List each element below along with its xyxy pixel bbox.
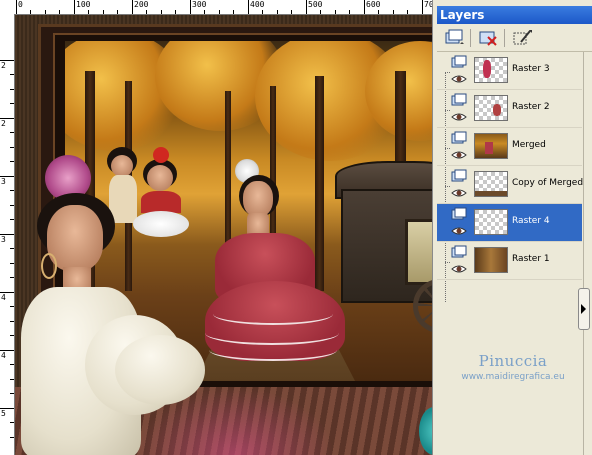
visibility-eye-icon[interactable] xyxy=(451,225,467,237)
visibility-eye-icon[interactable] xyxy=(451,149,467,161)
layer-thumbnail xyxy=(474,133,508,159)
layer-name: Raster 2 xyxy=(512,102,550,112)
layer-list: Raster 3 Raster 2 Merged Copy of Merged … xyxy=(437,52,592,452)
layer-properties-icon[interactable] xyxy=(511,28,533,48)
layer-row-copy-of-merged[interactable]: Copy of Merged xyxy=(437,166,584,204)
layer-thumbnail xyxy=(474,57,508,83)
raster-layer-icon xyxy=(451,93,467,106)
ruler-label: 2 xyxy=(1,119,6,128)
ruler-label: 2 xyxy=(1,61,6,70)
layer-row-raster-1[interactable]: Raster 1 xyxy=(437,242,582,280)
canvas-area[interactable]: 0 100 200 300 400 500 600 70 2 2 3 3 4 4… xyxy=(0,0,432,455)
layer-thumbnail xyxy=(474,171,508,197)
ruler-label: 3 xyxy=(1,235,6,244)
ruler-label: 400 xyxy=(250,0,265,9)
watermark: Pinuccia www.maidiregrafica.eu xyxy=(438,352,588,382)
ruler-label: 100 xyxy=(76,0,91,9)
ruler-label: 70 xyxy=(424,0,432,9)
ruler-label: 4 xyxy=(1,293,6,302)
raster-layer-icon xyxy=(451,55,467,68)
layer-thumbnail xyxy=(474,247,508,273)
layer-row-raster-4[interactable]: Raster 4 xyxy=(437,204,582,242)
layer-row-raster-3[interactable]: Raster 3 xyxy=(437,52,582,90)
layers-palette: Layers Raster 3 Raster 2 Merged Copy of … xyxy=(432,0,592,455)
layer-thumbnail xyxy=(474,95,508,121)
vertical-ruler: 2 2 3 3 4 4 5 xyxy=(0,14,15,455)
layers-toolbar xyxy=(437,25,592,52)
ruler-label: 200 xyxy=(134,0,149,9)
arrow-right-icon xyxy=(581,304,586,314)
watermark-author: Pinuccia xyxy=(478,352,548,370)
layer-thumbnail xyxy=(474,209,508,235)
layer-row-raster-2[interactable]: Raster 2 xyxy=(437,90,582,128)
ruler-label: 3 xyxy=(1,177,6,186)
raster-layer-icon xyxy=(451,169,467,182)
layer-name: Raster 1 xyxy=(512,254,550,264)
layer-row-merged[interactable]: Merged xyxy=(437,128,582,166)
watermark-url: www.maidiregrafica.eu xyxy=(461,372,565,382)
visibility-eye-icon[interactable] xyxy=(451,111,467,123)
horizontal-ruler: 0 100 200 300 400 500 600 70 xyxy=(0,0,432,15)
visibility-eye-icon[interactable] xyxy=(451,73,467,85)
delete-layer-icon[interactable] xyxy=(477,28,499,48)
ruler-label: 0 xyxy=(18,0,23,9)
raster-layer-icon xyxy=(451,207,467,220)
ruler-label: 600 xyxy=(366,0,381,9)
new-layer-icon[interactable] xyxy=(443,28,465,48)
palette-scroll-strip[interactable] xyxy=(583,52,592,455)
raster-layer-icon xyxy=(451,131,467,144)
layer-name: Copy of Merged xyxy=(512,178,584,188)
gypsy-wagon xyxy=(335,161,432,333)
layer-name: Raster 4 xyxy=(512,216,550,226)
artwork-image xyxy=(15,15,432,455)
layers-palette-title[interactable]: Layers xyxy=(437,6,592,24)
visibility-eye-icon[interactable] xyxy=(451,187,467,199)
ruler-label: 500 xyxy=(308,0,323,9)
ruler-label: 300 xyxy=(192,0,207,9)
palette-collapse-tab[interactable] xyxy=(578,288,590,330)
raster-layer-icon xyxy=(451,245,467,258)
ruler-label: 5 xyxy=(1,409,6,418)
visibility-eye-icon[interactable] xyxy=(451,263,467,275)
layer-name: Merged xyxy=(512,140,546,150)
ruler-label: 4 xyxy=(1,351,6,360)
layer-name: Raster 3 xyxy=(512,64,550,74)
